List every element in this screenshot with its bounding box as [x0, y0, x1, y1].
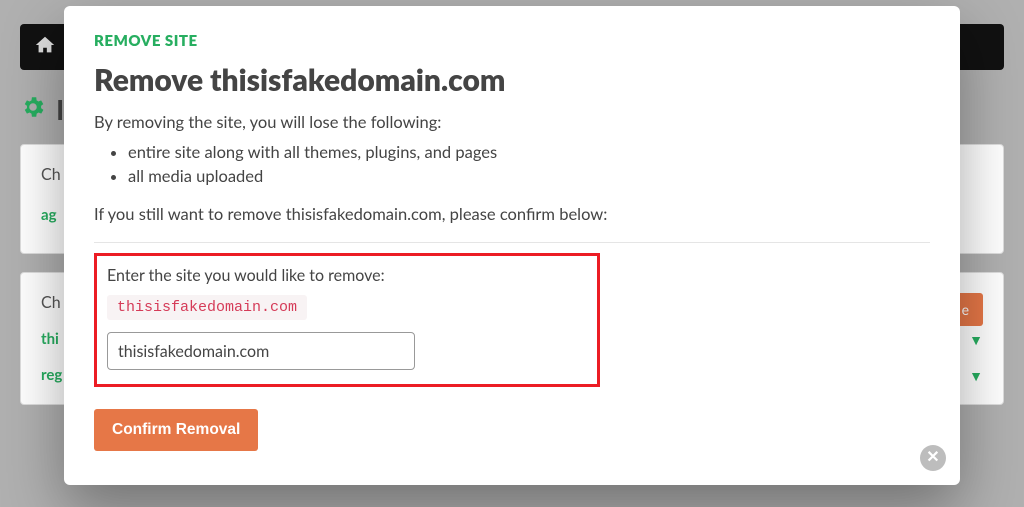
domain-code: thisisfakedomain.com: [107, 295, 307, 320]
list-item: all media uploaded: [128, 166, 930, 186]
modal-title: Remove thisisfakedomain.com: [94, 62, 930, 98]
close-icon[interactable]: ✕: [920, 445, 946, 471]
modal-eyebrow: REMOVE SITE: [94, 32, 930, 50]
highlight-box: Enter the site you would like to remove:…: [94, 253, 600, 387]
list-item: entire site along with all themes, plugi…: [128, 142, 930, 162]
modal-overlay: REMOVE SITE Remove thisisfakedomain.com …: [0, 0, 1024, 507]
divider: [94, 242, 930, 243]
consequence-list: entire site along with all themes, plugi…: [128, 142, 930, 186]
confirm-removal-button[interactable]: Confirm Removal: [94, 409, 258, 451]
enter-label: Enter the site you would like to remove:: [107, 266, 385, 285]
confirm-instruction: If you still want to remove thisisfakedo…: [94, 204, 930, 224]
modal-intro: By removing the site, you will lose the …: [94, 112, 930, 132]
remove-site-modal: REMOVE SITE Remove thisisfakedomain.com …: [64, 6, 960, 485]
domain-input[interactable]: [107, 332, 415, 370]
